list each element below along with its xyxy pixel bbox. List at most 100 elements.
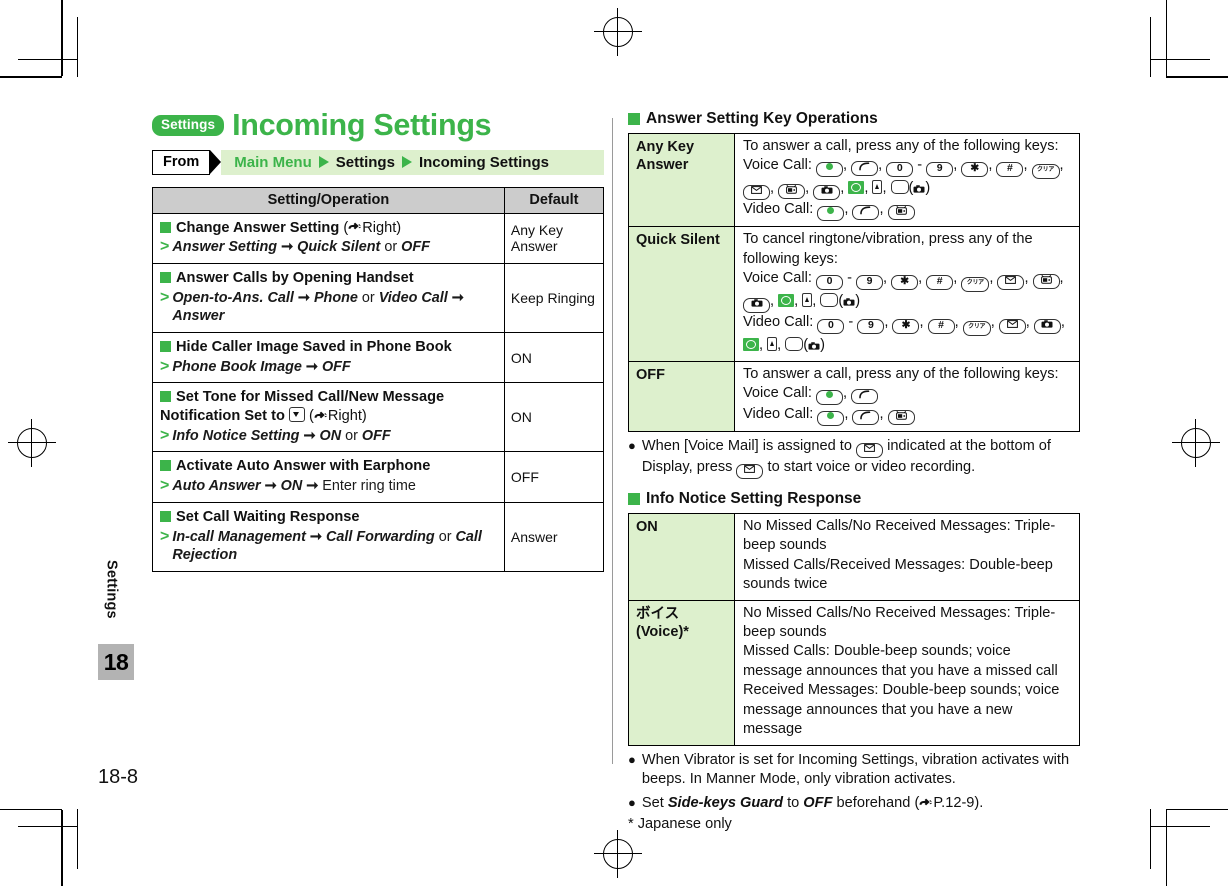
video-call-keys: Video Call: , , [743,200,1072,222]
row-heading: Hide Caller Image Saved in Phone Book [160,338,497,357]
tv-key-icon [1032,274,1060,290]
left-column: Settings Incoming Settings From Main Men… [152,108,605,572]
blank-key-icon [890,180,909,195]
footnote-side-keys-guard-text: Set Side-keys Guard to OFF beforehand (P… [641,795,984,811]
table-row: Set Tone for Missed Call/New Message Not… [152,382,605,453]
row-heading: Answer Calls by Opening Handset [160,269,497,288]
key-intro-text: To cancel ringtone/vibration, press any … [743,231,1033,267]
key-intro-text: To answer a call, press any of the follo… [743,365,1059,382]
cell-key-description: To cancel ringtone/vibration, press any … [734,226,1080,362]
side-up-key-icon [872,180,883,195]
cell-operation: Change Answer Setting (Right) > Answer S… [152,212,505,264]
cell-key-mode-label: OFF [628,360,735,433]
key-0-icon: 0 [817,319,845,335]
table-header-row: Setting/Operation Default [152,186,605,214]
row-operation-text: Info Notice Setting ➞ ON or OFF [172,427,391,444]
send-key-icon [852,205,880,221]
row-operation-text: Open-to-Ans. Call ➞ Phone or Video Call … [172,289,464,325]
voice-call-keys: Voice Call: , [743,384,1072,406]
cell-response-description: No Missed Calls/No Received Messages: Tr… [734,599,1080,746]
side-up-key-icon [802,293,813,308]
section-heading-answer-key-operations: Answer Setting Key Operations [628,110,1080,128]
blank-key-icon [785,337,804,352]
cell-default: OFF [503,451,605,503]
cell-operation: Set Tone for Missed Call/New Message Not… [152,382,505,453]
key-hash-icon: # [996,162,1024,178]
footnote-japanese-only: * Japanese only [628,816,732,833]
cell-operation: Set Call Waiting Response > In-call Mana… [152,501,505,572]
row-operation-text: Auto Answer ➞ ON ➞ Enter ring time [172,478,416,495]
col-header-setting-operation: Setting/Operation [152,186,505,214]
key-star-icon: ✱ [892,319,920,335]
voice-mail-note-text: When [Voice Mail] is assigned to indicat… [642,437,1080,480]
cell-default: Answer [503,501,605,572]
response-line: No Missed Calls/No Received Messages: Tr… [743,518,1056,554]
crop-mark-bl-h2 [18,825,78,827]
breadcrumb-item-incoming-settings[interactable]: Incoming Settings [419,155,549,170]
crop-mark-br-h [1166,808,1228,810]
green-bullet-icon [160,510,171,522]
crop-mark-tl-h [0,76,62,78]
section-heading-text: Answer Setting Key Operations [646,110,878,127]
row-operation-path: > Open-to-Ans. Call ➞ Phone or Video Cal… [160,289,497,326]
page-title: Incoming Settings [232,108,492,142]
video-call-keys: Video Call: , , [743,405,1072,427]
table-row: OFF To answer a call, press any of the f… [628,360,1080,433]
breadcrumb-item-settings[interactable]: Settings [336,155,395,170]
key-0-icon: 0 [886,162,914,178]
response-line: No Missed Calls/No Received Messages: Tr… [743,604,1056,641]
table-row: Quick Silent To cancel ringtone/vibratio… [628,226,1080,362]
path-arrow-icon: > [160,357,170,375]
crop-mark-tl-v2 [77,17,79,77]
mail-key-icon [736,464,764,480]
bullet-icon: ● [628,751,636,767]
table-row: Hide Caller Image Saved in Phone Book > … [152,331,605,384]
cell-default: Any Key Answer [503,212,605,264]
voice-mail-note: ● When [Voice Mail] is assigned to indic… [628,437,1080,480]
center-key-icon [816,390,844,406]
row-operation-path: > Phone Book Image ➞ OFF [160,358,497,377]
registration-mark-top [594,8,642,56]
table-row: Any Key Answer To answer a call, press a… [628,132,1080,228]
camera-icon [808,342,820,350]
row-operation-path: > Info Notice Setting ➞ ON or OFF [160,427,497,446]
footnote-vibrator-text: When Vibrator is set for Incoming Settin… [641,751,1070,787]
cell-response-label: ON [628,513,735,601]
crop-mark-tr-v [1165,0,1167,76]
path-arrow-icon: > [160,288,170,306]
info-notice-setting-response-table: ON No Missed Calls/No Received Messages:… [628,513,1080,746]
cell-operation: Answer Calls by Opening Handset > Open-t… [152,262,505,334]
cell-key-mode-label: Quick Silent [628,226,735,362]
green-bullet-icon [160,221,171,233]
crop-mark-bl-h [0,808,62,810]
path-arrow-icon: > [160,238,170,256]
row-operation-path: > Answer Setting ➞ Quick Silent or OFF [160,238,497,257]
table-row: Change Answer Setting (Right) > Answer S… [152,212,605,264]
camera-icon [843,298,855,306]
side-up-key-icon [767,337,778,352]
breadcrumb-path: Main Menu Settings Incoming Settings [221,149,604,175]
cell-response-description: No Missed Calls/No Received Messages: Tr… [734,513,1080,601]
key-9-icon: 9 [857,319,885,335]
row-operation-text: Answer Setting ➞ Quick Silent or OFF [172,239,430,256]
send-key-icon [852,410,880,426]
breadcrumb-item-main-menu[interactable]: Main Menu [234,155,312,170]
chevron-right-icon [318,156,329,168]
path-arrow-icon: > [160,477,170,495]
green-bullet-icon [160,271,171,283]
table-row: Set Call Waiting Response > In-call Mana… [152,501,605,572]
cell-key-description: To answer a call, press any of the follo… [734,132,1080,228]
voice-call-keys: Voice Call: 0 - 9, ✱, #, クリア, , , , , , … [743,269,1072,314]
page-number: 18-8 [98,766,139,788]
clear-key-icon: クリア [962,321,991,337]
registration-mark-right [1172,419,1220,467]
chapter-tab-label: Settings [103,560,120,619]
breadcrumb: From Main Menu Settings Incoming Setting… [152,149,604,175]
mail-key-icon [998,319,1026,335]
key-0-icon: 0 [816,275,844,291]
green-bullet-icon [628,113,640,125]
row-operation-path: > In-call Management ➞ Call Forwarding o… [160,528,497,565]
key-star-icon: ✱ [961,162,989,178]
key-intro-text: To answer a call, press any of the follo… [743,138,1059,154]
green-bullet-icon [160,460,171,472]
